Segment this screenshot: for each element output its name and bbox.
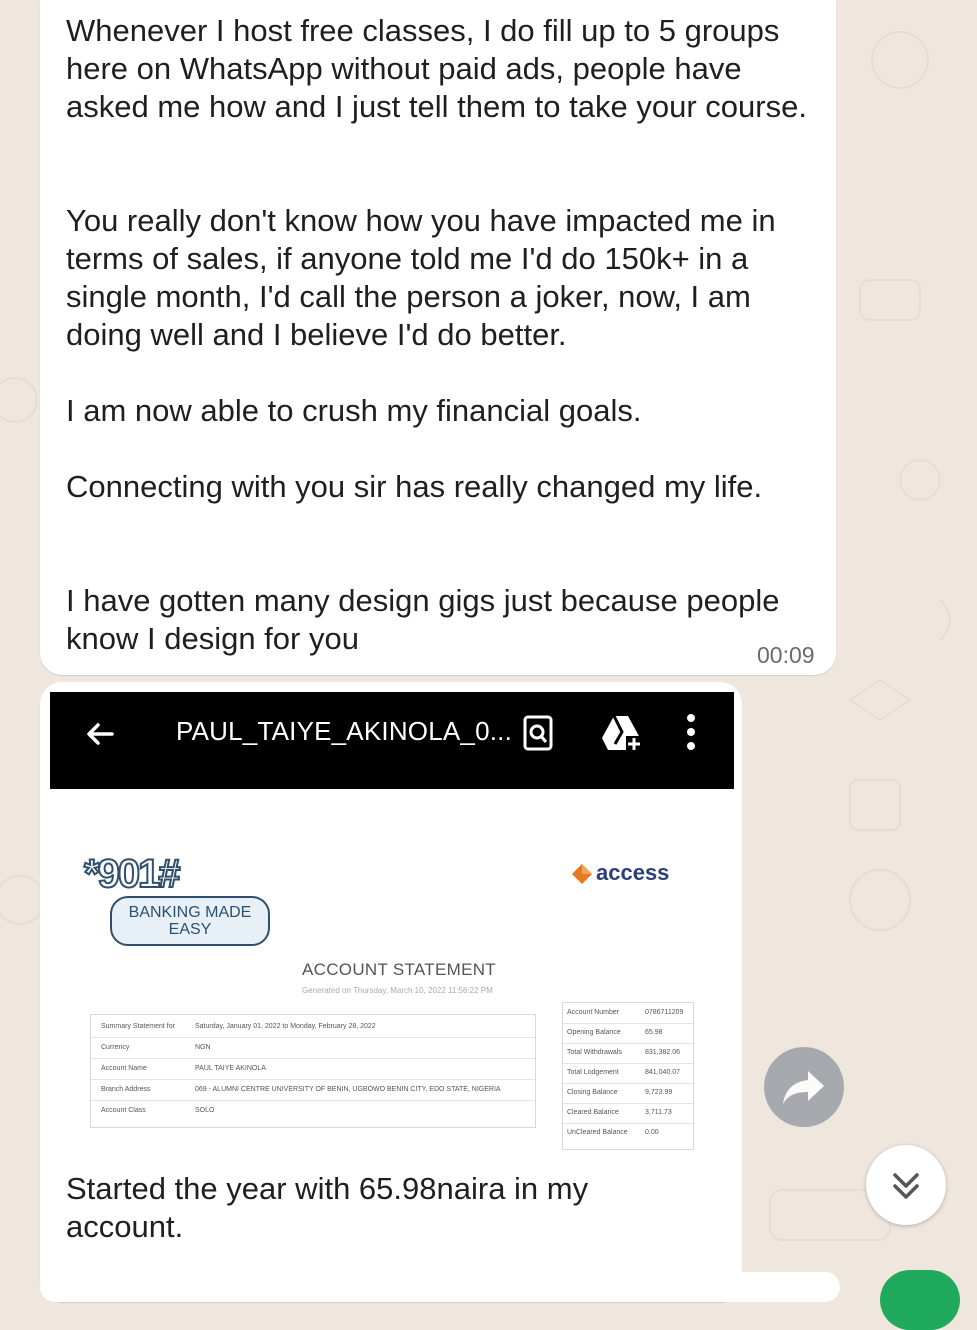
message-paragraph: Whenever I host free classes, I do fill …: [66, 13, 807, 124]
row-label: Account Class: [101, 1107, 146, 1114]
row-label: Cleared Balance: [567, 1109, 619, 1116]
message-paragraph: You really don't know how you have impac…: [66, 203, 776, 352]
row-label: Branch Address: [101, 1086, 151, 1093]
file-title: PAUL_TAIYE_AKINOLA_0...: [176, 716, 513, 746]
row-value: PAUL TAIYE AKINOLA: [195, 1065, 266, 1072]
row-label: Account Number: [567, 1009, 620, 1016]
statement-title: ACCOUNT STATEMENT: [302, 960, 496, 979]
row-value: Saturday, January 01, 2022 to Monday, Fe…: [195, 1023, 376, 1030]
more-vertical-icon[interactable]: [686, 712, 696, 752]
row-value: 0.00: [645, 1129, 659, 1136]
double-chevron-down-icon: [893, 1173, 919, 1199]
forward-button[interactable]: [764, 1047, 844, 1127]
balance-table: Account Number 0786711209 Opening Balance…: [562, 1002, 694, 1150]
arrow-left-icon[interactable]: [84, 718, 116, 750]
row-value: SOLO: [195, 1107, 215, 1114]
drive-add-icon[interactable]: [600, 714, 644, 754]
row-label: Total Withdrawals: [567, 1049, 622, 1056]
row-value: 831,382.06: [645, 1049, 681, 1056]
summary-table: Summary Statement for Saturday, January …: [90, 1014, 536, 1128]
message-paragraph: I am now able to crush my financial goal…: [66, 393, 642, 428]
row-value: 841,040.07: [645, 1069, 681, 1076]
message-timestamp: 00:09: [757, 642, 815, 668]
statement-generated-on: Generated on Thursday, March 10, 2022 11…: [302, 986, 493, 995]
row-label: Total Lodgement: [567, 1069, 619, 1076]
row-label: Opening Balance: [567, 1029, 621, 1036]
row-value: NGN: [195, 1044, 211, 1051]
row-label: UnCleared Balance: [567, 1129, 628, 1136]
row-value: 65.98: [645, 1029, 663, 1036]
image-caption: Started the year with 65.98naira in my a…: [66, 1171, 589, 1244]
floating-action-button[interactable]: [880, 1270, 960, 1330]
shared-image[interactable]: PAUL_TAIYE_AKINOLA_0... *901# BANKING MA…: [50, 692, 734, 1154]
document-search-icon[interactable]: [522, 714, 554, 752]
row-value: 3,711.73: [645, 1109, 672, 1116]
message-paragraph: I have gotten many design gigs just beca…: [66, 583, 780, 656]
row-label: Currency: [101, 1044, 130, 1051]
scroll-to-bottom-button[interactable]: [866, 1145, 946, 1225]
logo-tagline: BANKING MADE EASY: [110, 896, 270, 946]
message-paragraph: Connecting with you sir has really chang…: [66, 469, 763, 504]
bank-name: access: [596, 860, 670, 885]
row-value: 069 - ALUMNI CENTRE UNIVERSITY OF BENIN,…: [195, 1086, 501, 1093]
row-label: Closing Balance: [567, 1089, 618, 1096]
row-value: 0786711209: [645, 1009, 684, 1016]
next-message-bubble[interactable]: [40, 1272, 840, 1302]
row-value: 9,723.99: [645, 1089, 673, 1096]
row-label: Summary Statement for: [101, 1023, 175, 1030]
message-bubble-text[interactable]: Whenever I host free classes, I do fill …: [40, 0, 836, 675]
message-bubble-image[interactable]: PAUL_TAIYE_AKINOLA_0... *901# BANKING MA…: [40, 682, 742, 1302]
bank-901-logo: *901# BANKING MADE EASY: [83, 851, 274, 952]
logo-number: *901#: [83, 851, 182, 897]
forward-icon: [783, 1071, 824, 1104]
access-diamond-icon: [572, 864, 592, 884]
image-toolbar: PAUL_TAIYE_AKINOLA_0...: [50, 692, 734, 789]
row-label: Account Name: [101, 1065, 147, 1072]
